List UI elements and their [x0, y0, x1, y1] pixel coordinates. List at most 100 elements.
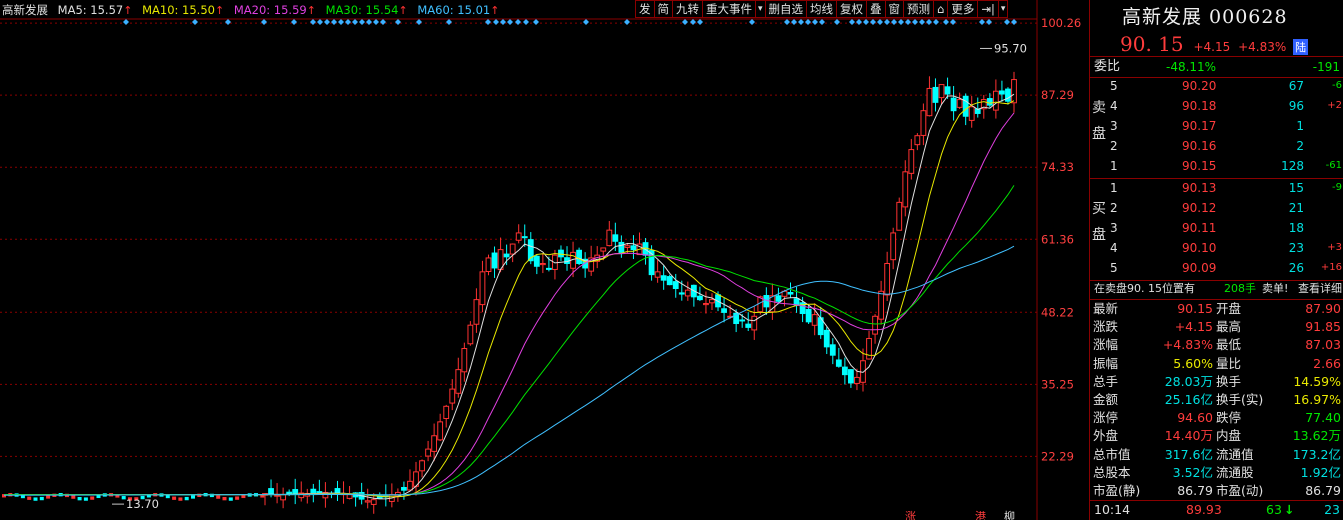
- stat-label: 量比: [1216, 355, 1242, 371]
- sell-order-level: 5: [1110, 79, 1118, 93]
- toolbar-button-13[interactable]: ⇥|: [977, 0, 999, 18]
- sell-order-row[interactable]: 5 90.20 67 -6: [1090, 77, 1343, 95]
- toolbar-button-0[interactable]: 发: [635, 0, 655, 18]
- sell-order-volume: 2: [1296, 139, 1304, 153]
- event-diamond-icon: [919, 19, 925, 25]
- buy-order-change: +3: [1327, 242, 1342, 253]
- candle-body: [866, 338, 872, 360]
- candle-body: [1011, 79, 1017, 104]
- candle-body: [467, 324, 474, 345]
- toolbar-button-14[interactable]: ▾: [997, 0, 1009, 18]
- candle-body: [902, 171, 909, 208]
- kline-chart[interactable]: 100.26 87.29 74.33 61.36 48.22 35.25 22.29 95.7…: [0, 0, 1089, 520]
- buy-order-row[interactable]: 3 90.11 18: [1090, 219, 1343, 237]
- ma60-value: MA60: 15.01↑: [417, 3, 500, 17]
- candle-body: [274, 494, 280, 497]
- notice-hands: 208手: [1224, 282, 1256, 295]
- candle-body: [27, 496, 32, 500]
- candle-body: [184, 496, 189, 501]
- buy-order-row[interactable]: 4 90.10 23 +3: [1090, 239, 1343, 257]
- event-diamond-icon: [791, 19, 797, 25]
- stat-label: 市盈(动): [1216, 483, 1264, 498]
- candle-body: [630, 245, 637, 251]
- buy-order-level: 4: [1110, 241, 1118, 255]
- tick-volume: 63: [1266, 502, 1282, 517]
- event-diamond-icon: [749, 19, 755, 25]
- stat-label: 内盘: [1216, 428, 1242, 444]
- candle-body: [437, 421, 444, 441]
- candle-body: [654, 271, 661, 278]
- event-diamond-icon: [261, 19, 267, 25]
- stat-value: 1.92亿: [1300, 464, 1341, 480]
- toolbar-button-11[interactable]: ⌂: [933, 0, 949, 18]
- candle-body: [697, 295, 703, 301]
- stat-row: 总市值 317.6亿 流通值 173.2亿: [1090, 446, 1343, 464]
- buy-order-price: 90.12: [1182, 201, 1217, 215]
- view-detail-link[interactable]: 查看详细: [1298, 280, 1342, 298]
- sell-order-price: 90.20: [1182, 79, 1217, 93]
- event-diamond-icon: [682, 19, 688, 25]
- event-diamond-icon: [366, 19, 372, 25]
- buy-order-price: 90.09: [1182, 261, 1217, 275]
- toolbar-button-7[interactable]: 复权: [836, 0, 868, 18]
- event-diamond-icon: [905, 19, 911, 25]
- stat-row: 振幅 5.60% 量比 2.66: [1090, 355, 1343, 373]
- candle-body: [533, 255, 540, 267]
- sell-order-row[interactable]: 2 90.16 2: [1090, 137, 1343, 155]
- toolbar-button-5[interactable]: 删自选: [764, 0, 808, 18]
- event-diamond-icon: [291, 19, 297, 25]
- quote-panel: 高新发展 000628 90. 15 +4.15 +4.83% 陆 委比 -48…: [1089, 0, 1343, 520]
- candle-body: [558, 249, 564, 258]
- event-diamond-icon: [533, 19, 539, 25]
- ma30-value: MA30: 15.54↑: [325, 3, 408, 17]
- buy-order-row[interactable]: 1 90.13 15 -9: [1090, 179, 1343, 197]
- toolbar-button-1[interactable]: 简: [653, 0, 673, 18]
- stat-value: 173.2亿: [1292, 446, 1341, 462]
- sell-order-level: 1: [1110, 159, 1118, 173]
- toolbar-button-3[interactable]: 重大事件: [702, 0, 756, 18]
- toolbar-button-2[interactable]: 九转: [672, 0, 703, 18]
- stat-row: 总手 28.03万 换手 14.59%: [1090, 373, 1343, 391]
- stat-value: 86.79: [1305, 483, 1341, 498]
- event-diamond-icon: [933, 19, 939, 25]
- buy-order-row[interactable]: 5 90.09 26 +16: [1090, 259, 1343, 277]
- stat-row: 涨停 94.60 跌停 77.40: [1090, 409, 1343, 427]
- candle-body: [986, 98, 993, 106]
- toolbar-button-10[interactable]: 预测: [903, 0, 935, 18]
- sell-order-level: 3: [1110, 119, 1118, 133]
- candle-body: [624, 245, 631, 248]
- event-diamond-icon: [583, 19, 589, 25]
- toolbar-button-12[interactable]: 更多: [947, 0, 979, 18]
- candle-body: [745, 323, 752, 328]
- buy-order-price: 90.10: [1182, 241, 1217, 255]
- candle-body: [286, 491, 293, 495]
- candle-body: [228, 497, 233, 501]
- event-diamond-icon: [373, 19, 379, 25]
- kline-chart-area[interactable]: 100.26 87.29 74.33 61.36 48.22 35.25 22.29 95.7…: [0, 0, 1089, 520]
- event-diamond-icon: [943, 19, 949, 25]
- ma5-line: [4, 93, 1015, 500]
- candle-body: [455, 369, 462, 394]
- toolbar-button-6[interactable]: 均线: [806, 0, 838, 18]
- candle-body: [848, 369, 854, 384]
- sell-order-row[interactable]: 1 90.15 128 -61: [1090, 157, 1343, 175]
- buy-order-row[interactable]: 2 90.12 21: [1090, 199, 1343, 217]
- order-notice[interactable]: 在卖盘90. 15位置有 208手 卖单! 查看详细: [1090, 280, 1343, 298]
- toolbar-button-8[interactable]: 叠: [866, 0, 886, 18]
- candle-body: [401, 487, 407, 491]
- candle-body: [431, 435, 438, 452]
- candle-body: [71, 495, 76, 499]
- stat-label: 换手: [1216, 373, 1242, 389]
- candle-body: [932, 86, 939, 103]
- toolbar-button-9[interactable]: 窗: [884, 0, 905, 18]
- stat-value: +4.83%: [1162, 337, 1213, 353]
- stat-value: 3.52亿: [1172, 464, 1213, 480]
- sell-order-row[interactable]: 4 90.18 96 +2: [1090, 97, 1343, 115]
- candle-body: [823, 329, 830, 348]
- sell-order-row[interactable]: 3 90.17 1: [1090, 117, 1343, 135]
- candle-body: [241, 494, 246, 499]
- y-axis-label: 74.33: [1041, 160, 1074, 174]
- candle-body: [841, 366, 848, 376]
- event-diamond-icon: [697, 19, 703, 25]
- candle-body: [999, 90, 1005, 95]
